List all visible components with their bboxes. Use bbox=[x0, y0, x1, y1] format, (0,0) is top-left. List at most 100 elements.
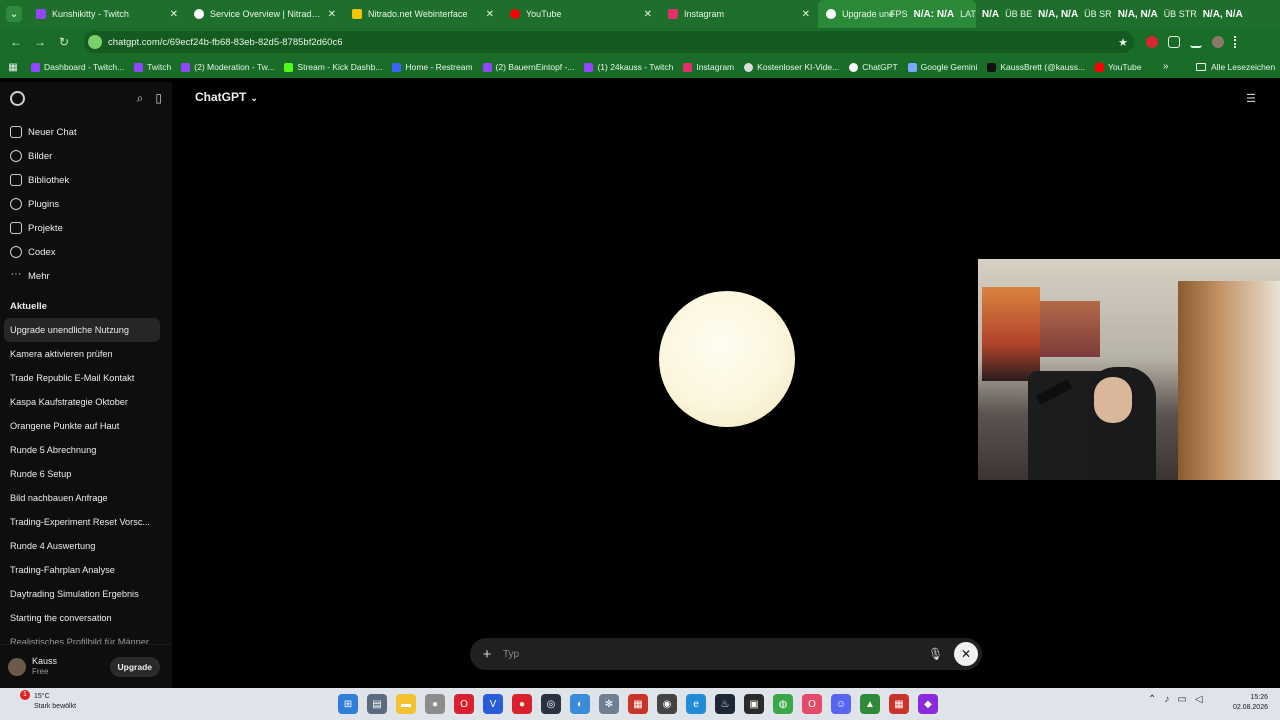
game-app-icon[interactable]: ▲ bbox=[860, 694, 880, 714]
bookmark-item[interactable]: Stream - Kick Dashb... bbox=[279, 62, 387, 72]
bookmark-item[interactable]: (2) BauernEintopf -... bbox=[478, 62, 580, 72]
end-voice-button[interactable]: ✕ bbox=[954, 642, 978, 666]
sidebar-item-plugins[interactable]: Plugins bbox=[0, 192, 172, 216]
volume-icon[interactable]: ◁ bbox=[1195, 694, 1203, 705]
purple-app-icon[interactable]: ◆ bbox=[918, 694, 938, 714]
mouse-app-icon[interactable]: ● bbox=[425, 694, 445, 714]
opera-icon[interactable]: O bbox=[802, 694, 822, 714]
bookmark-star-icon[interactable]: ★ bbox=[1112, 36, 1134, 49]
bookmark-item[interactable]: (1) 24kauss - Twitch bbox=[579, 62, 678, 72]
model-selector[interactable]: ChatGPT ⌄ bbox=[195, 90, 258, 104]
bookmark-item[interactable]: Home - Restream bbox=[387, 62, 477, 72]
close-tab-icon[interactable]: ✕ bbox=[486, 9, 494, 20]
windows-start-icon[interactable]: ⊞ bbox=[338, 694, 358, 714]
search-icon[interactable]: ⌕ bbox=[137, 91, 144, 106]
bookmark-item[interactable]: YouTube bbox=[1090, 62, 1146, 72]
chat-list-item[interactable]: Daytrading Simulation Ergebnis bbox=[0, 582, 160, 606]
extensions-puzzle-icon[interactable] bbox=[1168, 36, 1180, 48]
sidebar-item-library[interactable]: Bibliothek bbox=[0, 168, 172, 192]
close-tab-icon[interactable]: ✕ bbox=[802, 9, 810, 20]
video-ai-icon bbox=[744, 62, 754, 72]
settings-app-icon[interactable]: ✻ bbox=[599, 694, 619, 714]
twitch-icon bbox=[584, 62, 594, 72]
user-account-row[interactable]: Kauss Free Upgrade bbox=[0, 644, 172, 688]
browser-tab[interactable]: Instagram ✕ bbox=[660, 0, 818, 28]
chat-list-item[interactable]: Runde 4 Auswertung bbox=[0, 534, 160, 558]
epic-games-icon[interactable]: ▣ bbox=[744, 694, 764, 714]
adblock-extension-icon[interactable] bbox=[1146, 36, 1158, 48]
bookmark-item[interactable]: KaussBrett (@kauss... bbox=[982, 62, 1090, 72]
stream-app-icon[interactable]: ▦ bbox=[628, 694, 648, 714]
toggle-sidebar-icon[interactable]: ▯ bbox=[155, 91, 162, 106]
chat-list-item[interactable]: Trading-Experiment Reset Vorsc... bbox=[0, 510, 160, 534]
address-bar[interactable]: chatgpt.com/c/69ecf24b-fb68-83eb-82d5-87… bbox=[84, 31, 1134, 53]
network-icon[interactable]: ▭ bbox=[1177, 694, 1186, 705]
chrome-icon[interactable]: ◍ bbox=[773, 694, 793, 714]
bookmark-item[interactable]: Instagram bbox=[678, 62, 739, 72]
chat-list-item[interactable]: Bild nachbauen Anfrage bbox=[0, 486, 160, 510]
profile-avatar-icon[interactable] bbox=[1212, 36, 1224, 48]
opera-gx-icon[interactable]: O bbox=[454, 694, 474, 714]
forward-button[interactable]: → bbox=[28, 30, 52, 54]
discord-icon[interactable]: ☺ bbox=[831, 694, 851, 714]
voice-settings-icon[interactable]: ☰ bbox=[1244, 92, 1258, 106]
plus-icon[interactable]: + bbox=[480, 646, 494, 663]
twitch-icon bbox=[36, 9, 46, 19]
browser-menu-icon[interactable] bbox=[1234, 36, 1238, 48]
bookmark-item[interactable]: ChatGPT bbox=[844, 62, 902, 72]
sidebar-item-codex[interactable]: Codex bbox=[0, 240, 172, 264]
microphone-icon[interactable]: 🎙 bbox=[928, 647, 943, 661]
chevron-up-icon[interactable]: ⌃ bbox=[1148, 694, 1156, 705]
media-controls-icon[interactable] bbox=[1190, 36, 1202, 48]
reload-button[interactable]: ↻ bbox=[52, 30, 76, 54]
edge-icon[interactable]: e bbox=[686, 694, 706, 714]
close-tab-icon[interactable]: ✕ bbox=[170, 9, 178, 20]
streamdeck-icon[interactable]: ▦ bbox=[889, 694, 909, 714]
more-bookmarks-button[interactable]: » bbox=[1163, 56, 1169, 78]
apps-grid-icon[interactable]: ▦ bbox=[0, 62, 26, 73]
sidebar-item-more[interactable]: ··· Mehr bbox=[0, 264, 172, 288]
browser-tab[interactable]: Nitrado.net Webinterface ✕ bbox=[344, 0, 502, 28]
browser-tab[interactable]: YouTube ✕ bbox=[502, 0, 660, 28]
chatgpt-app-icon[interactable]: ◉ bbox=[657, 694, 677, 714]
browser-tab[interactable]: Kunshikitty - Twitch ✕ bbox=[28, 0, 186, 28]
microphone-tray-icon[interactable]: ♪ bbox=[1164, 694, 1169, 705]
browser-tab[interactable]: Service Overview | Nitrado | Ni ✕ bbox=[186, 0, 344, 28]
chat-list-item[interactable]: Runde 6 Setup bbox=[0, 462, 160, 486]
clock[interactable]: 15:26 02.08.2026 bbox=[1233, 693, 1268, 713]
vpn-app-icon[interactable]: V bbox=[483, 694, 503, 714]
bookmark-item[interactable]: Twitch bbox=[129, 62, 176, 72]
sidebar-item-projects[interactable]: Projekte bbox=[0, 216, 172, 240]
upgrade-button[interactable]: Upgrade bbox=[109, 657, 160, 677]
task-view-icon[interactable]: ▤ bbox=[367, 694, 387, 714]
bookmark-item[interactable]: (2) Moderation - Tw... bbox=[176, 62, 279, 72]
bookmark-item[interactable]: Kostenloser KI-Vide... bbox=[739, 62, 844, 72]
site-info-icon[interactable] bbox=[88, 35, 102, 49]
sidebar-item-new-chat[interactable]: Neuer Chat bbox=[0, 120, 172, 144]
close-tab-icon[interactable]: ✕ bbox=[644, 9, 652, 20]
chat-list-item[interactable]: Trading-Fahrplan Analyse bbox=[0, 558, 160, 582]
record-app-icon[interactable]: ● bbox=[512, 694, 532, 714]
steam-icon[interactable]: ♨ bbox=[715, 694, 735, 714]
chat-list-item[interactable]: Orangene Punkte auf Haut bbox=[0, 414, 160, 438]
openai-logo-icon[interactable] bbox=[10, 90, 25, 106]
tab-search-button[interactable]: ⌄ bbox=[0, 0, 28, 28]
close-tab-icon[interactable]: ✕ bbox=[328, 9, 336, 20]
chat-list-item[interactable]: Kaspa Kaufstrategie Oktober bbox=[0, 390, 160, 414]
bookmark-item[interactable]: Dashboard - Twitch... bbox=[26, 62, 129, 72]
chat-list-item[interactable]: Runde 5 Abrechnung bbox=[0, 438, 160, 462]
all-bookmarks-button[interactable]: Alle Lesezeichen bbox=[1196, 56, 1275, 78]
composer: + 🎙 ✕ bbox=[470, 638, 982, 670]
sidebar-item-images[interactable]: Bilder bbox=[0, 144, 172, 168]
chat-list-item[interactable]: Starting the conversation bbox=[0, 606, 160, 630]
chat-list-item[interactable]: Upgrade unendliche Nutzung bbox=[4, 318, 160, 342]
weather-widget[interactable]: 1 15°C Stark bewölkt bbox=[20, 690, 76, 712]
bookmark-item[interactable]: Google Gemini bbox=[903, 62, 983, 72]
chat-list-item[interactable]: Kamera aktivieren prüfen bbox=[0, 342, 160, 366]
file-explorer-icon[interactable]: ▬ bbox=[396, 694, 416, 714]
browser-app-icon[interactable]: ◐ bbox=[570, 694, 590, 714]
back-button[interactable]: ← bbox=[4, 30, 28, 54]
obs-icon[interactable]: ◎ bbox=[541, 694, 561, 714]
chat-list-item[interactable]: Trade Republic E-Mail Kontakt bbox=[0, 366, 160, 390]
message-input[interactable] bbox=[503, 643, 928, 665]
